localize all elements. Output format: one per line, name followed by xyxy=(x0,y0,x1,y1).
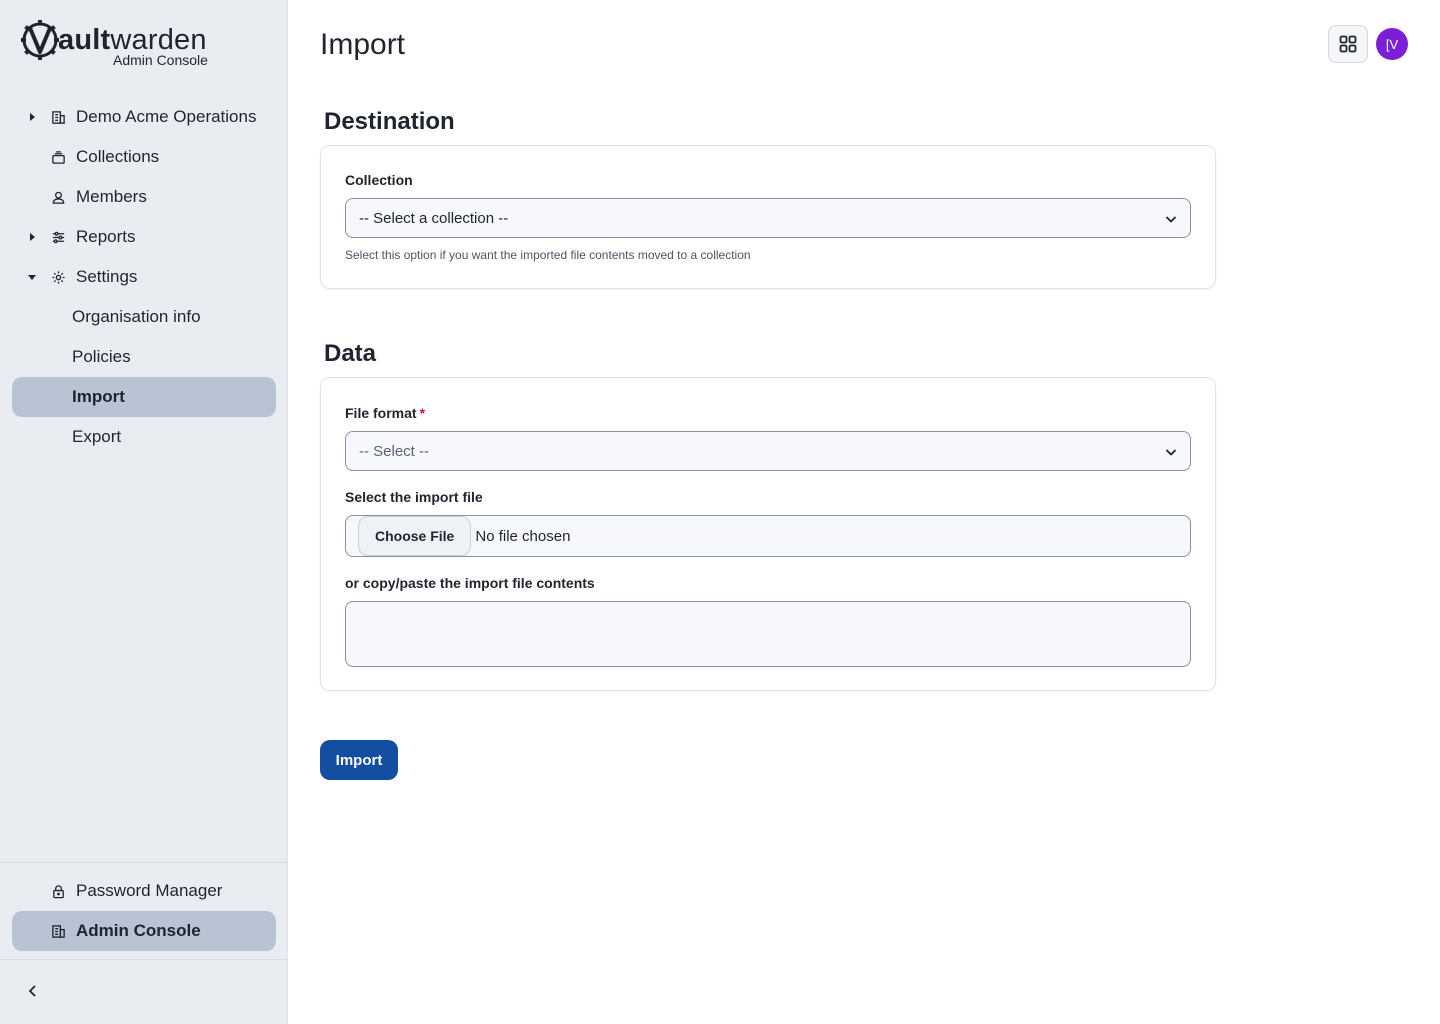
avatar[interactable]: [V xyxy=(1376,28,1408,60)
sidebar-divider xyxy=(0,862,288,863)
sidebar-item-organisation-info[interactable]: Organisation info xyxy=(12,297,276,337)
file-format-select-value: -- Select -- xyxy=(359,442,430,460)
vaultwarden-logo[interactable]: aultwarden Admin Console xyxy=(20,18,240,70)
user-icon xyxy=(50,189,66,205)
sidebar-item-policies[interactable]: Policies xyxy=(12,337,276,377)
sidebar-item-import[interactable]: Import xyxy=(12,377,276,417)
file-format-label: File format * xyxy=(345,405,426,421)
data-card: File format * -- Select -- Select the imp… xyxy=(320,377,1216,691)
grid-icon xyxy=(1339,35,1357,53)
chevron-down-icon xyxy=(1165,216,1177,223)
sidebar-item-label: Export xyxy=(72,427,122,446)
sidebar-item-label: Demo Acme Operations xyxy=(76,107,257,126)
building-icon xyxy=(50,109,66,125)
import-file-input[interactable]: Choose File No file chosen xyxy=(345,515,1191,557)
sidebar-item-export[interactable]: Export xyxy=(12,417,276,457)
sidebar: aultwarden Admin Console Demo Acme Opera… xyxy=(0,0,288,1024)
sidebar-item-label: Password Manager xyxy=(76,881,223,900)
vaultwarden-gear-logo-icon xyxy=(21,20,59,60)
file-status-text: No file chosen xyxy=(475,527,571,545)
sidebar-item-label: Reports xyxy=(76,227,136,246)
collection-hint: Select this option if you want the impor… xyxy=(345,248,751,262)
gear-icon xyxy=(50,269,66,285)
sidebar-item-label: Collections xyxy=(76,147,160,166)
sidebar-item-members[interactable]: Members xyxy=(12,177,276,217)
sidebar-item-settings[interactable]: Settings xyxy=(12,257,276,297)
chevron-left-icon xyxy=(28,985,36,997)
required-marker: * xyxy=(419,405,426,421)
file-contents-textarea[interactable] xyxy=(345,601,1191,667)
destination-section-title: Destination xyxy=(324,108,455,135)
logo-subtitle: Admin Console xyxy=(113,52,208,68)
paste-contents-label: or copy/paste the import file contents xyxy=(345,575,595,591)
caret-down-icon[interactable] xyxy=(26,271,38,283)
choose-file-button[interactable]: Choose File xyxy=(358,516,472,556)
sidebar-item-demo-acme-operations[interactable]: Demo Acme Operations xyxy=(12,97,276,137)
lock-icon xyxy=(50,883,66,899)
caret-right-icon[interactable] xyxy=(26,111,38,123)
page-title: Import xyxy=(320,28,406,61)
sidebar-divider xyxy=(0,959,288,960)
sidebar-item-label: Organisation info xyxy=(72,307,201,326)
building-icon xyxy=(50,923,66,939)
main-content: Import [V Destination Collection -- Sele… xyxy=(288,0,1440,1024)
collection-label: Collection xyxy=(345,172,413,188)
product-switcher-button[interactable] xyxy=(1328,25,1368,63)
sliders-icon xyxy=(50,229,66,245)
sidebar-item-collections[interactable]: Collections xyxy=(12,137,276,177)
destination-card: Collection -- Select a collection -- Sel… xyxy=(320,145,1216,289)
sidebar-item-label: Members xyxy=(76,187,147,206)
collection-select-value: -- Select a collection -- xyxy=(359,209,509,227)
collapse-sidebar-button[interactable] xyxy=(22,980,44,1002)
sidebar-item-reports[interactable]: Reports xyxy=(12,217,276,257)
data-section-title: Data xyxy=(324,340,377,367)
sidebar-item-label: Settings xyxy=(76,267,138,286)
collection-select[interactable]: -- Select a collection -- xyxy=(345,198,1191,238)
import-file-label: Select the import file xyxy=(345,489,483,505)
sidebar-item-label: Policies xyxy=(72,347,131,366)
file-format-select[interactable]: -- Select -- xyxy=(345,431,1191,471)
sidebar-item-label: Import xyxy=(72,387,125,406)
chevron-down-icon xyxy=(1165,449,1177,456)
sidebar-item-admin-console[interactable]: Admin Console xyxy=(12,911,276,951)
caret-right-icon[interactable] xyxy=(26,231,38,243)
import-button[interactable]: Import xyxy=(320,740,398,780)
collection-icon xyxy=(50,149,66,165)
sidebar-item-label: Admin Console xyxy=(76,921,201,940)
sidebar-item-password-manager[interactable]: Password Manager xyxy=(12,871,276,911)
